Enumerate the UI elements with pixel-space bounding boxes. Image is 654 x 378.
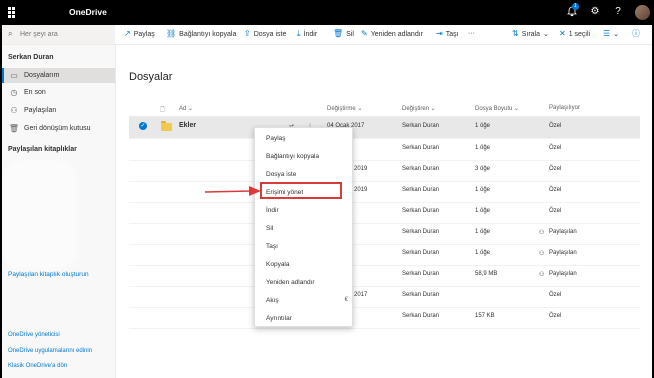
redacted-area bbox=[2, 160, 77, 270]
sidebar-item-files[interactable]: ▭ Dosyalarım bbox=[2, 68, 115, 83]
menu-item-download[interactable]: İndir bbox=[255, 202, 352, 220]
file-type-icon: 🗋 bbox=[160, 107, 165, 113]
left-nav: Serkan Duran ▭ Dosyalarım ◷ En son ⚇ Pay… bbox=[2, 45, 116, 378]
people-icon: ⚇ bbox=[539, 272, 545, 278]
highlight-box bbox=[260, 182, 342, 199]
trash-icon: 🗑 bbox=[333, 29, 344, 38]
folder-icon bbox=[161, 121, 172, 131]
column-header-name[interactable]: Ad ⌄ bbox=[179, 105, 193, 112]
column-header-modified[interactable]: Değiştirme ⌄ bbox=[327, 105, 362, 112]
list-view-icon: ☰ bbox=[603, 29, 611, 38]
help-icon[interactable]: ? bbox=[612, 6, 624, 18]
menu-item-rename[interactable]: Yeniden adlandır bbox=[255, 274, 352, 292]
recycle-bin-icon: 🗑 bbox=[8, 124, 20, 133]
info-button[interactable]: ⓘ bbox=[632, 30, 640, 38]
table-row[interactable]: Serkan Duran 1 öğe Özel bbox=[129, 202, 640, 224]
notification-badge: 1 bbox=[572, 3, 579, 10]
copy-link-button[interactable]: ⛓ Bağlantıyı kopyala bbox=[166, 30, 236, 38]
menu-item-copy[interactable]: Kopyala bbox=[255, 256, 352, 274]
bell-icon[interactable]: 1 bbox=[566, 3, 579, 18]
view-options-button[interactable]: ☰ ⌄ bbox=[603, 29, 620, 39]
share-button[interactable]: ↗ Paylaş bbox=[124, 30, 155, 38]
suite-header: OneDrive 1 ⚙ ? bbox=[2, 0, 652, 25]
table-row[interactable]: 2019 Serkan Duran 3 öğe Özel bbox=[129, 160, 640, 182]
search-input[interactable] bbox=[20, 28, 110, 40]
menu-item-share[interactable]: Paylaş bbox=[255, 130, 352, 148]
move-icon: ⇥ bbox=[436, 29, 443, 38]
arrow-icon bbox=[205, 186, 261, 196]
shared-libraries-heading: Paylaşılan kitaplıklar bbox=[8, 146, 77, 153]
search-box[interactable]: ⌕ bbox=[2, 25, 115, 44]
app-title[interactable]: OneDrive bbox=[69, 7, 107, 17]
gear-icon[interactable]: ⚙ bbox=[589, 6, 601, 18]
footer-link-admin[interactable]: OneDrive yöneticisi bbox=[8, 332, 60, 338]
sort-button[interactable]: ⇅ Sırala ⌄ bbox=[512, 29, 549, 39]
link-icon: ⛓ bbox=[166, 29, 177, 38]
menu-item-flow[interactable]: Akış € bbox=[255, 292, 352, 310]
sidebar-item-recycle-bin[interactable]: 🗑 Geri dönüşüm kutusu bbox=[2, 121, 115, 136]
sort-icon: ⇅ bbox=[512, 29, 519, 38]
checkmark-icon[interactable]: ✓ bbox=[139, 122, 147, 130]
column-header-sharing[interactable]: Paylaşılıyor bbox=[549, 105, 580, 111]
onedrive-window: OneDrive 1 ⚙ ? ⌕ ↗Paylaş ⛓Bağlantıyı kop… bbox=[2, 0, 652, 378]
table-row[interactable]: Serkan Duran 157 KB Özel bbox=[129, 307, 640, 329]
table-row[interactable]: 2017 Serkan Duran Özel bbox=[129, 286, 640, 308]
menu-item-delete[interactable]: Sil bbox=[255, 220, 352, 238]
column-header-row: 🗋 Ad ⌄ Değiştirme ⌄ Değiştiren ⌄ Dosya B… bbox=[129, 102, 640, 117]
command-bar: ⌕ ↗Paylaş ⛓Bağlantıyı kopyala ⇪Dosya ist… bbox=[2, 25, 652, 45]
redacted-area bbox=[15, 0, 55, 20]
clear-selection-button[interactable]: ✕ 1 seçili bbox=[559, 30, 590, 38]
chevron-down-icon: ⌄ bbox=[543, 31, 549, 38]
folder-icon: ▭ bbox=[10, 71, 18, 80]
share-icon: ↗ bbox=[124, 29, 131, 38]
chevron-down-icon: ⌄ bbox=[613, 31, 620, 38]
more-button[interactable]: ··· bbox=[468, 30, 475, 37]
download-button[interactable]: ⤓ İndir bbox=[297, 30, 317, 38]
table-row[interactable]: Serkan Duran 1 öğe Özel bbox=[129, 139, 640, 161]
column-header-modified-by[interactable]: Değiştiren ⌄ bbox=[402, 105, 436, 112]
close-icon: ✕ bbox=[559, 29, 566, 38]
user-name: Serkan Duran bbox=[8, 54, 54, 61]
table-row[interactable]: Serkan Duran 58,9 MB ⚇ Paylaşılan bbox=[129, 265, 640, 287]
table-row[interactable]: Serkan Duran 1 öğe ⚇ Paylaşılan bbox=[129, 223, 640, 245]
menu-item-copy-link[interactable]: Bağlantıyı kopyala bbox=[255, 148, 352, 166]
page-title: Dosyalar bbox=[129, 71, 173, 83]
table-row[interactable]: Serkan Duran 1 öğe ⚇ Paylaşılan bbox=[129, 244, 640, 266]
sidebar-item-recent[interactable]: ◷ En son bbox=[2, 85, 115, 100]
footer-link-apps[interactable]: OneDrive uygulamalarını edinin bbox=[8, 348, 92, 354]
context-menu: Paylaş Bağlantıyı kopyala Dosya iste Eri… bbox=[254, 127, 353, 327]
sidebar-item-shared[interactable]: ⚇ Paylaşılan bbox=[2, 103, 115, 118]
delete-button[interactable]: 🗑 Sil bbox=[333, 30, 354, 38]
request-file-icon: ⇪ bbox=[244, 29, 251, 38]
footer-link-classic[interactable]: Klasik OneDrive'a dön bbox=[8, 363, 67, 369]
table-row[interactable]: ✓ Ekler ⇄ ⋮ 04 Ocak 2017 Serkan Duran 1 … bbox=[129, 117, 640, 139]
request-file-button[interactable]: ⇪ Dosya iste bbox=[244, 30, 286, 38]
clock-icon: ◷ bbox=[10, 88, 18, 97]
search-icon: ⌕ bbox=[8, 29, 13, 38]
menu-item-move[interactable]: Taşı bbox=[255, 238, 352, 256]
people-icon: ⚇ bbox=[10, 106, 18, 115]
info-icon: ⓘ bbox=[632, 29, 640, 38]
rename-icon: ✎ bbox=[361, 29, 368, 38]
people-icon: ⚇ bbox=[539, 251, 545, 257]
create-library-link[interactable]: Paylaşılan kitaplık oluşturun bbox=[8, 271, 89, 278]
people-icon: ⚇ bbox=[539, 230, 545, 236]
menu-item-details[interactable]: Ayrıntılar bbox=[255, 310, 352, 328]
rename-button[interactable]: ✎ Yeniden adlandır bbox=[361, 30, 423, 38]
move-button[interactable]: ⇥ Taşı bbox=[436, 30, 459, 38]
column-header-size[interactable]: Dosya Boyutu ⌄ bbox=[475, 105, 519, 112]
download-icon: ⤓ bbox=[297, 29, 301, 38]
flow-icon: € bbox=[344, 297, 348, 303]
avatar[interactable] bbox=[635, 5, 650, 20]
